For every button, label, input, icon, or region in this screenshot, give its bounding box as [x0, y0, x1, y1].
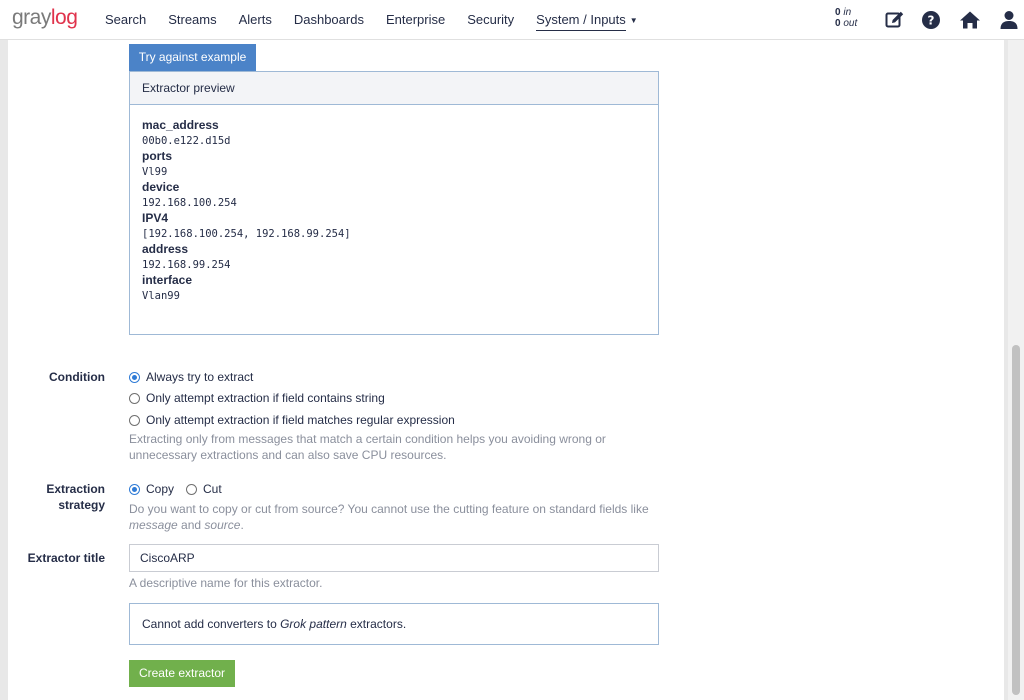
graylog-logo[interactable]: graylog: [12, 6, 78, 30]
edit-icon[interactable]: [884, 9, 906, 31]
nav-system-inputs-label: System / Inputs: [536, 12, 626, 31]
preview-field-key: mac_address: [142, 118, 219, 132]
preview-field-value: 192.168.99.254: [142, 259, 231, 271]
converter-notice: Cannot add converters to Grok pattern ex…: [129, 603, 659, 645]
extractor-title-help: A descriptive name for this extractor.: [129, 576, 323, 590]
preview-field-value: Vl99: [142, 166, 168, 178]
caret-down-icon: ▼: [629, 16, 638, 25]
radio-regex[interactable]: [129, 414, 140, 426]
strategy-options: Copy Cut: [129, 481, 222, 497]
nav-search[interactable]: Search: [94, 0, 157, 40]
radio-regex-label: Only attempt extraction if field matches…: [146, 413, 455, 427]
extractor-title-label: Extractor title: [27, 551, 105, 565]
home-icon[interactable]: [959, 9, 981, 31]
nav-system-inputs-dropdown[interactable]: System / Inputs ▼: [525, 0, 649, 40]
help-icon[interactable]: ?: [920, 9, 942, 31]
main-nav: Search Streams Alerts Dashboards Enterpr…: [94, 0, 649, 40]
extraction-strategy-label: Extraction strategy: [46, 482, 105, 512]
preview-field-value: 00b0.e122.d15d: [142, 135, 231, 147]
preview-field-key: interface: [142, 273, 193, 287]
radio-contains-string[interactable]: [129, 392, 140, 404]
radio-copy[interactable]: [129, 483, 140, 495]
create-extractor-button[interactable]: Create extractor: [129, 660, 235, 687]
extractor-preview-fields: mac_address 00b0.e122.d15d ports Vl99 de…: [130, 105, 658, 317]
strategy-help-text: Do you want to copy or cut from source? …: [129, 502, 649, 532]
nav-security[interactable]: Security: [456, 0, 525, 40]
scrollbar-thumb[interactable]: [1012, 345, 1020, 695]
radio-contains-string-label: Only attempt extraction if field contain…: [146, 391, 385, 405]
nav-streams[interactable]: Streams: [157, 0, 227, 40]
try-against-example-button[interactable]: Try against example: [129, 44, 256, 71]
radio-always-label: Always try to extract: [146, 370, 254, 384]
user-icon[interactable]: [998, 9, 1020, 31]
extractor-preview-panel: Extractor preview mac_address 00b0.e122.…: [129, 71, 659, 335]
radio-cut[interactable]: [186, 483, 198, 495]
preview-field-key: IPV4: [142, 211, 169, 225]
condition-option-always[interactable]: Always try to extract: [129, 369, 253, 385]
top-navbar: graylog Search Streams Alerts Dashboards…: [0, 0, 1024, 40]
nav-alerts[interactable]: Alerts: [228, 0, 283, 40]
preview-field-key: ports: [142, 149, 172, 163]
nav-dashboards[interactable]: Dashboards: [283, 0, 375, 40]
extractor-form-card: Try against example Extractor preview ma…: [8, 40, 1004, 700]
extractor-preview-title: Extractor preview: [130, 72, 658, 105]
svg-text:?: ?: [928, 14, 935, 28]
preview-field-key: address: [142, 242, 189, 256]
extractor-title-input[interactable]: [129, 544, 659, 572]
throughput-counter[interactable]: 0 in 0 out: [835, 7, 857, 29]
condition-option-regex[interactable]: Only attempt extraction if field matches…: [129, 412, 455, 428]
radio-copy-label: Copy: [146, 482, 175, 496]
radio-always[interactable]: [129, 371, 140, 383]
radio-cut-label: Cut: [203, 482, 222, 496]
preview-field-value: 192.168.100.254: [142, 197, 237, 209]
preview-field-value: Vlan99: [142, 290, 180, 302]
nav-enterprise[interactable]: Enterprise: [375, 0, 456, 40]
preview-field-key: device: [142, 180, 180, 194]
preview-field-value: [192.168.100.254, 192.168.99.254]: [142, 228, 351, 240]
condition-label: Condition: [49, 370, 105, 384]
page-scrollbar[interactable]: [1008, 40, 1024, 700]
condition-help-text: Extracting only from messages that match…: [129, 432, 606, 462]
condition-option-contains-string[interactable]: Only attempt extraction if field contain…: [129, 390, 385, 406]
